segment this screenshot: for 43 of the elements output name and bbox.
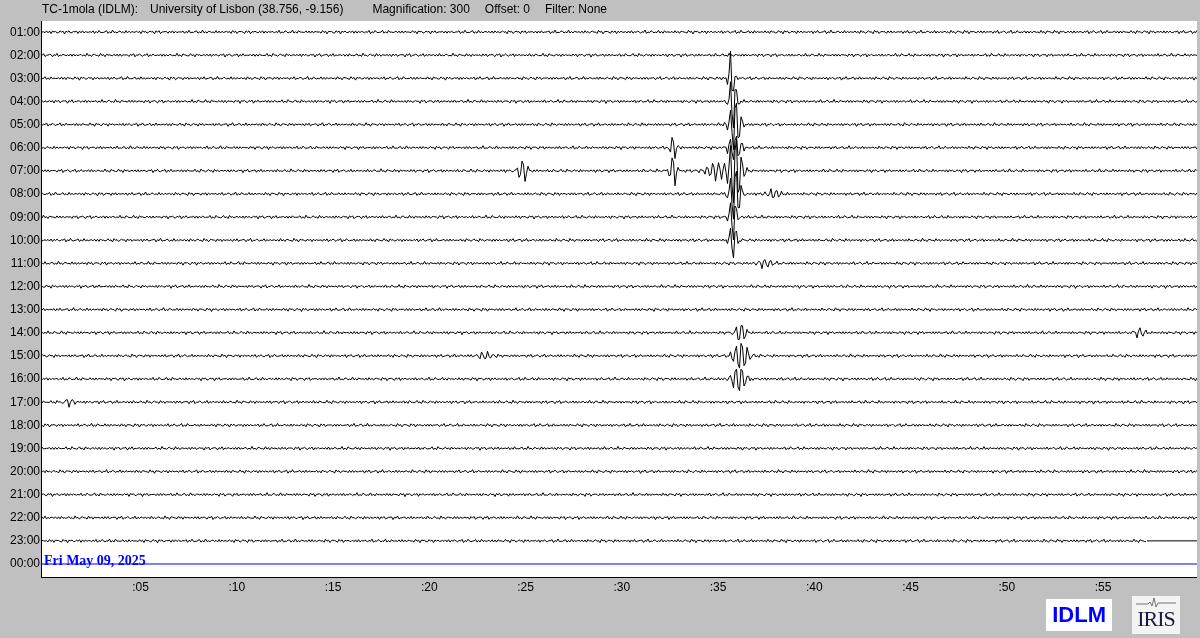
hour-label: 13:00	[8, 301, 41, 318]
minute-tick-label: :40	[806, 579, 823, 594]
hour-label: 01:00	[8, 23, 41, 41]
date-label: Fri May 09, 2025	[44, 553, 146, 570]
hour-label: 06:00	[8, 139, 41, 157]
minute-tick-label: :30	[613, 579, 631, 594]
minute-tick-label: :25	[517, 579, 534, 594]
hour-label: 03:00	[8, 69, 41, 87]
hour-label: 22:00	[8, 509, 41, 527]
minute-tick-label: :15	[324, 579, 342, 594]
hour-label: 16:00	[8, 370, 41, 388]
hour-label: 00:00	[8, 555, 41, 573]
hour-label: 17:00	[8, 393, 41, 411]
network-logo: IDLM	[1046, 599, 1112, 631]
hour-label: 14:00	[8, 324, 41, 342]
hour-label: 10:00	[8, 231, 41, 249]
hour-label: 15:00	[8, 347, 41, 365]
minute-tick-label: :50	[998, 579, 1016, 594]
hour-label: 07:00	[8, 162, 41, 180]
hour-label: 20:00	[8, 462, 41, 480]
hour-label: 09:00	[8, 208, 41, 226]
hour-label: 23:00	[8, 532, 41, 550]
magnification-label: Magnification: 300	[372, 2, 470, 17]
hour-label: 21:00	[8, 486, 41, 503]
hour-label: 18:00	[8, 416, 41, 434]
hour-label: 05:00	[8, 116, 41, 133]
hour-label: 19:00	[8, 439, 41, 457]
station-name: TC-1mola (IDLM):	[42, 2, 138, 17]
minute-tick-label: :45	[902, 579, 919, 594]
minute-tick-label: :35	[709, 579, 727, 594]
hour-label: 11:00	[9, 254, 41, 272]
filter-label: Filter: None	[545, 2, 608, 17]
minute-tick-label: :05	[132, 579, 149, 594]
provider-logo: IRIS	[1132, 596, 1180, 634]
minute-tick-label: :20	[421, 579, 438, 594]
hour-label: 08:00	[8, 185, 41, 203]
hour-label: 12:00	[8, 277, 41, 295]
minute-tick-label: :10	[228, 579, 246, 594]
station-location: University of Lisbon (38.756, -9.156)	[150, 2, 344, 17]
hour-label: 04:00	[8, 92, 41, 110]
hour-label: 02:00	[8, 46, 41, 64]
offset-label: Offset: 0	[484, 2, 530, 17]
minute-tick-label: :55	[1094, 579, 1112, 594]
